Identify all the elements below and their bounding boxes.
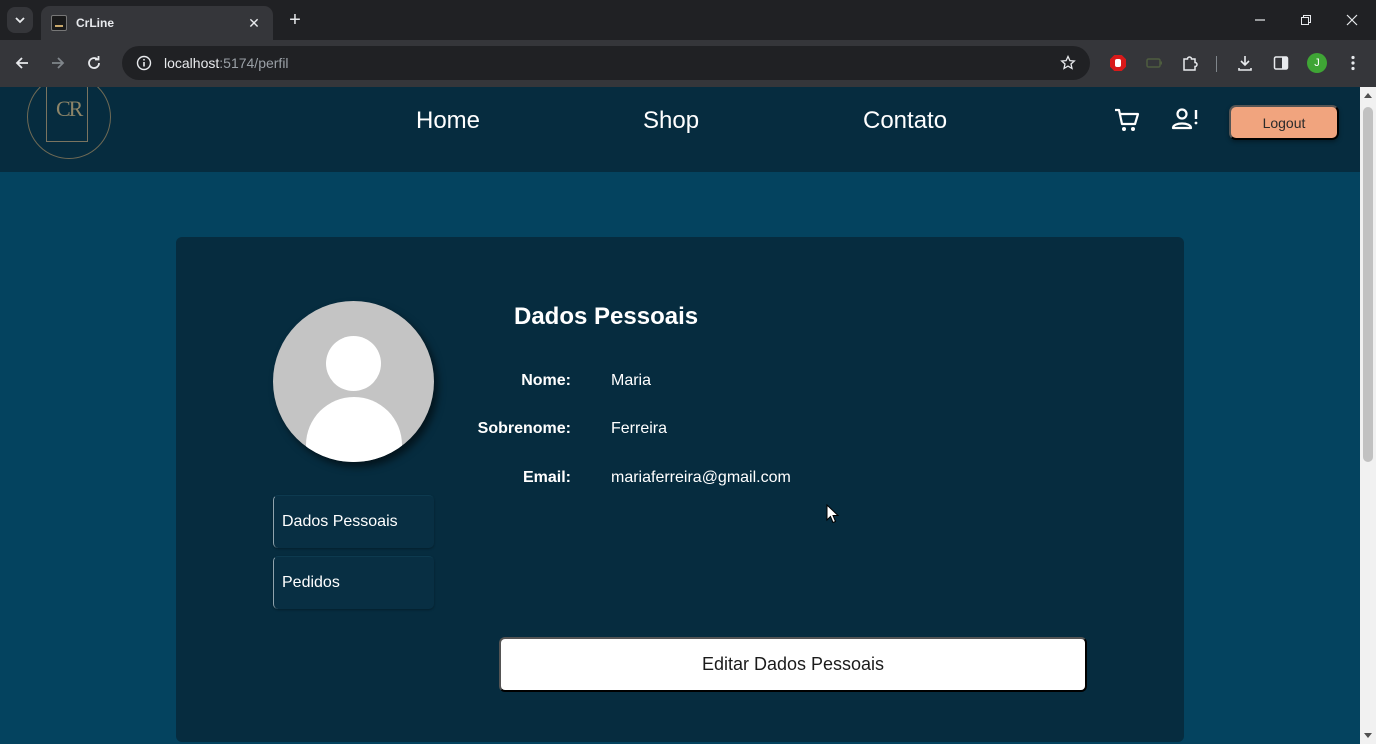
browser-tab[interactable]: CrLine ✕ [41,6,273,40]
minimize-icon [1255,19,1265,21]
email-value: mariaferreira@gmail.com [611,469,791,486]
site-favicon-icon [51,15,67,31]
star-icon[interactable] [1060,55,1076,71]
downloads-button[interactable] [1234,52,1256,74]
extensions-button[interactable] [1179,52,1201,74]
profile-initial: J [1314,57,1320,69]
surname-value: Ferreira [611,420,668,437]
nav-contato[interactable]: Contato [863,107,947,135]
url-path: :5174/perfil [219,55,289,71]
page-viewport: CR Home Shop Contato Logout Dados Pessoa… [0,87,1360,744]
restore-icon [1301,15,1311,25]
extension-adblock[interactable] [1107,52,1129,74]
reload-button[interactable] [82,51,106,75]
back-button[interactable] [10,51,34,75]
more-vertical-icon [1351,55,1355,71]
url-text: localhost:5174/perfil [164,55,289,71]
tab-title: CrLine [76,16,115,30]
address-bar[interactable]: localhost:5174/perfil [122,46,1090,80]
site-info-icon[interactable] [136,55,152,71]
nav-home[interactable]: Home [416,107,480,135]
mouse-cursor-icon [826,504,840,524]
minimize-button[interactable] [1246,8,1274,32]
sidebar-item-dados-pessoais[interactable]: Dados Pessoais [273,495,434,548]
side-panel-icon [1273,56,1289,70]
profile-avatar: J [1307,53,1327,73]
close-icon [1346,14,1358,26]
restore-button[interactable] [1292,8,1320,32]
side-panel-button[interactable] [1270,52,1292,74]
edit-personal-data-button[interactable]: Editar Dados Pessoais [499,637,1087,692]
page-scrollbar[interactable] [1360,87,1376,744]
arrow-right-icon [52,57,65,69]
avatar [273,301,434,462]
name-value: Maria [611,372,652,389]
browser-menu-button[interactable] [1342,52,1364,74]
scrollbar-thumb[interactable] [1363,107,1373,462]
avatar-body-shape [306,397,402,462]
cart-icon[interactable] [1114,107,1140,133]
battery-icon [1146,58,1162,68]
email-label: Email: [522,469,571,486]
tab-close-icon[interactable]: ✕ [245,15,263,32]
reload-icon [88,56,100,69]
new-tab-button[interactable]: + [285,8,305,32]
sidebar-item-label: Pedidos [282,574,340,591]
browser-tab-bar: CrLine ✕ + [0,0,1376,40]
surname-label: Sobrenome: [477,420,571,437]
site-logo[interactable]: CR [27,87,111,159]
arrow-left-icon [15,57,28,69]
stop-hand-icon [1110,55,1126,71]
scroll-up-arrow-icon[interactable] [1364,93,1372,98]
user-alert-icon[interactable] [1171,107,1199,131]
toolbar-divider [1216,56,1217,72]
sidebar-item-pedidos[interactable]: Pedidos [273,556,434,609]
nav-shop[interactable]: Shop [643,107,699,135]
forward-button[interactable] [46,51,70,75]
download-icon [1238,56,1252,71]
site-header: CR Home Shop Contato Logout [0,87,1360,172]
profile-button[interactable]: J [1306,52,1328,74]
tab-search-button[interactable] [7,7,33,33]
logout-button[interactable]: Logout [1229,105,1339,140]
chevron-down-icon [15,17,25,24]
extension-battery[interactable] [1143,52,1165,74]
section-title: Dados Pessoais [514,303,699,330]
scroll-down-arrow-icon[interactable] [1364,733,1372,738]
logo-text: CR [56,96,83,121]
profile-card: Dados Pessoais Pedidos Dados Pessoais No… [176,237,1184,742]
avatar-person-icon [326,336,381,391]
browser-toolbar: localhost:5174/perfil J [0,40,1376,87]
url-host: localhost [164,55,220,71]
close-window-button[interactable] [1338,8,1366,32]
puzzle-icon [1183,56,1198,71]
name-label: Nome: [521,372,571,389]
sidebar-item-label: Dados Pessoais [282,513,398,530]
